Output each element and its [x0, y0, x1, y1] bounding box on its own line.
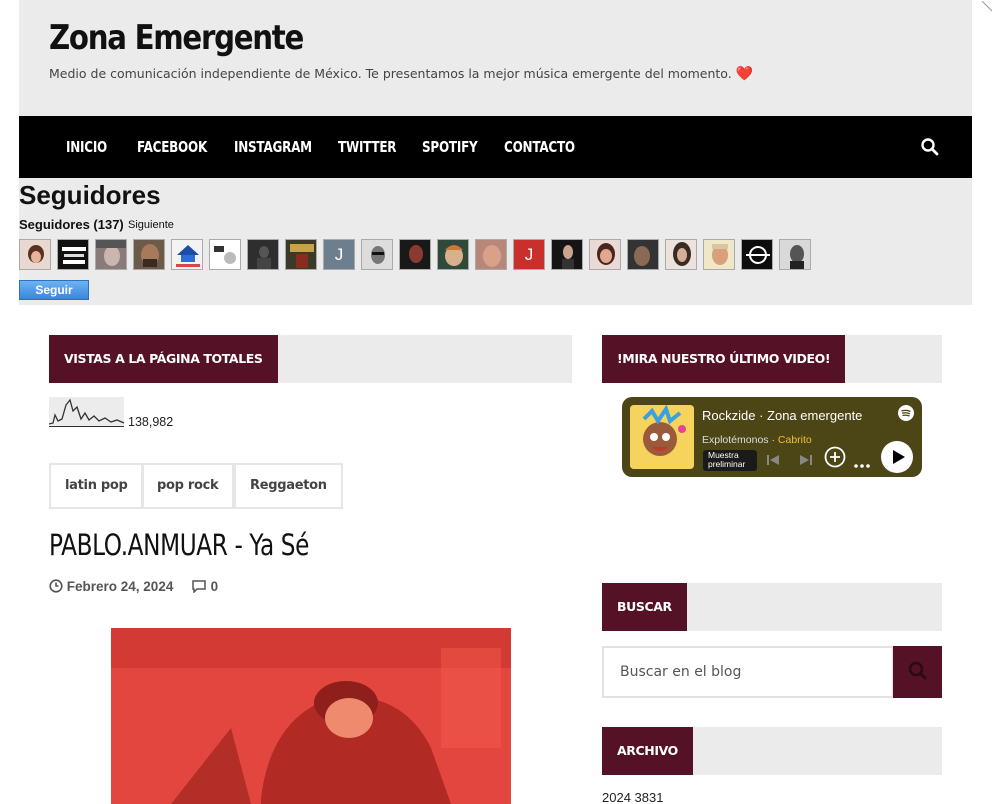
followers-widget: Seguidores Seguidores (137) Siguiente J … [19, 178, 972, 305]
avatar[interactable] [57, 239, 89, 270]
nav-item-twitter[interactable]: TWITTER [338, 116, 397, 178]
post-title[interactable]: PABLO.ANMUAR - Ya Sé [49, 528, 309, 562]
search-submit-button[interactable] [893, 646, 942, 698]
avatar[interactable] [285, 239, 317, 270]
site-description: Medio de comunicación independiente de M… [49, 66, 753, 82]
nav-item-instagram[interactable]: INSTAGRAM [234, 116, 312, 178]
site-title[interactable]: Zona Emergente [49, 18, 304, 58]
archive-entry[interactable]: 2024 3831 [602, 790, 663, 804]
spotify-preview-badge: Muestra preliminar [703, 450, 757, 471]
avatar[interactable] [551, 239, 583, 270]
more-options-icon[interactable] [853, 456, 871, 474]
avatar[interactable] [171, 239, 203, 270]
archive-count: 3831 [634, 790, 664, 804]
avatar[interactable] [133, 239, 165, 270]
tag-pop-rock[interactable]: pop rock [141, 463, 235, 509]
skip-forward-icon[interactable] [799, 453, 813, 472]
spotify-artist[interactable]: Cabrito [778, 434, 812, 446]
site-description-text: Medio de comunicación independiente de M… [49, 66, 732, 81]
nav-item-spotify[interactable]: SPOTIFY [422, 116, 478, 178]
avatar[interactable] [589, 239, 621, 270]
skip-back-icon[interactable] [766, 453, 780, 472]
followers-next-link[interactable]: Siguiente [128, 219, 174, 231]
avatar[interactable] [475, 239, 507, 270]
archive-widget-title: ARCHIVO [602, 727, 693, 775]
video-widget-header: !MIRA NUESTRO ÚLTIMO VIDEO! [602, 335, 942, 383]
play-icon[interactable] [881, 441, 913, 477]
spotify-embed-player[interactable]: Rockzide · Zona emergente Explotémonos ·… [622, 397, 922, 477]
page-views-count: 138,982 [128, 415, 174, 429]
followers-title: Seguidores [19, 180, 161, 210]
spotify-playlist-title[interactable]: Rockzide · Zona emergente [702, 408, 862, 423]
follow-button[interactable]: Seguir [19, 280, 89, 300]
search-icon[interactable] [920, 137, 940, 157]
post-comment-count[interactable]: 0 [211, 579, 219, 594]
avatar[interactable] [741, 239, 773, 270]
nav-item-inicio[interactable]: INICIO [66, 116, 107, 178]
tag-latin-pop[interactable]: latin pop [49, 463, 144, 509]
avatar[interactable]: J [323, 239, 355, 270]
page-views-sparkline [48, 397, 125, 427]
comment-icon [191, 579, 207, 594]
spotify-logo-icon[interactable] [898, 405, 914, 426]
blog-search-input[interactable] [602, 646, 894, 698]
post-featured-image[interactable] [111, 628, 511, 804]
add-circle-icon[interactable] [824, 446, 846, 473]
heart-icon: ❤️ [735, 66, 754, 82]
blog-search-form [602, 646, 942, 698]
avatar[interactable] [627, 239, 659, 270]
site-header: Zona Emergente Medio de comunicación ind… [19, 0, 972, 116]
post-date[interactable]: Febrero 24, 2024 [67, 579, 174, 594]
video-widget-title: !MIRA NUESTRO ÚLTIMO VIDEO! [602, 335, 846, 383]
avatar[interactable] [361, 239, 393, 270]
avatar[interactable] [779, 239, 811, 270]
avatar[interactable] [437, 239, 469, 270]
main-navigation: INICIO FACEBOOK INSTAGRAM TWITTER SPOTIF… [19, 116, 972, 178]
avatar[interactable]: J [513, 239, 545, 270]
album-cover [630, 405, 694, 469]
corner-fold-icon [980, 0, 992, 12]
page-views-title: VISTAS A LA PÁGINA TOTALES [49, 335, 278, 383]
post-meta: Febrero 24, 2024 0 [49, 579, 218, 594]
archive-year[interactable]: 2024 [602, 790, 631, 804]
followers-count: Seguidores (137) [19, 217, 124, 232]
spotify-track-line: Explotémonos · Cabrito [702, 434, 812, 446]
clock-icon [49, 579, 63, 594]
page-views-widget-header: VISTAS A LA PÁGINA TOTALES [49, 335, 572, 383]
search-widget-header: BUSCAR [602, 583, 942, 631]
spotify-track-name[interactable]: Explotémonos [702, 434, 769, 446]
search-widget-title: BUSCAR [602, 583, 687, 631]
avatar[interactable] [665, 239, 697, 270]
tag-reggaeton[interactable]: Reggaeton [234, 463, 343, 509]
avatar[interactable] [399, 239, 431, 270]
avatar[interactable] [247, 239, 279, 270]
avatar[interactable] [95, 239, 127, 270]
avatar[interactable] [19, 239, 51, 270]
archive-widget-header: ARCHIVO [602, 727, 942, 775]
nav-item-contacto[interactable]: CONTACTO [504, 116, 575, 178]
avatar[interactable] [209, 239, 241, 270]
nav-item-facebook[interactable]: FACEBOOK [137, 116, 207, 178]
avatar[interactable] [703, 239, 735, 270]
